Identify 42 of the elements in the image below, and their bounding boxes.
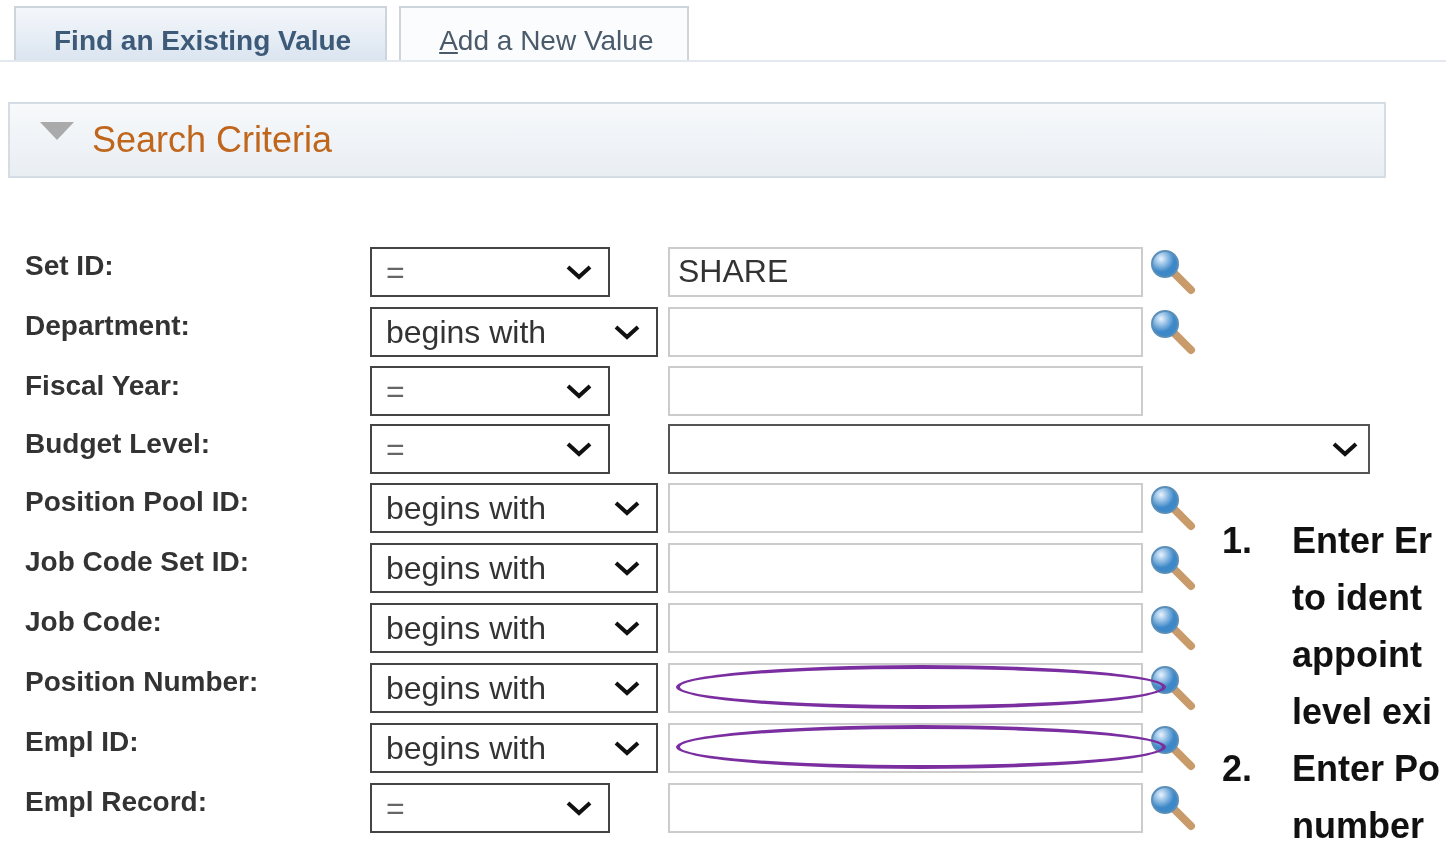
value-field[interactable] xyxy=(668,366,1143,416)
value-field[interactable] xyxy=(668,723,1143,773)
operator-dropdown[interactable]: begins with xyxy=(370,307,658,357)
field-label: Position Number: xyxy=(25,665,260,698)
value-field[interactable] xyxy=(668,307,1143,357)
value-field[interactable] xyxy=(668,783,1143,833)
value-field[interactable] xyxy=(668,483,1143,533)
instruction-text: number xyxy=(1292,804,1425,845)
tab[interactable]: Add a New Value xyxy=(399,6,690,60)
instruction-text: Enter Er xyxy=(1292,519,1434,563)
operator-dropdown[interactable]: begins with xyxy=(370,543,658,593)
field-label: Empl ID: xyxy=(25,725,140,758)
value-field[interactable] xyxy=(668,603,1143,653)
instruction-text: to ident xyxy=(1292,576,1423,620)
instruction-text: appoint xyxy=(1292,633,1423,677)
list-number: 1. xyxy=(1222,519,1254,563)
value-field[interactable] xyxy=(668,663,1143,713)
field-label: Empl Record: xyxy=(25,785,209,818)
operator-dropdown[interactable]: begins with xyxy=(370,663,658,713)
operator-dropdown[interactable]: begins with xyxy=(370,603,658,653)
operator-dropdown[interactable]: = xyxy=(370,247,610,297)
field-label: Fiscal Year: xyxy=(25,369,182,402)
operator-dropdown[interactable]: = xyxy=(370,366,610,416)
field-label: Department: xyxy=(25,309,191,342)
operator-dropdown[interactable]: = xyxy=(370,424,610,474)
value-field[interactable]: SHARE xyxy=(668,247,1143,297)
field-label: Budget Level: xyxy=(25,427,212,460)
value-field[interactable] xyxy=(668,543,1143,593)
tab[interactable]: Find an Existing Value xyxy=(14,6,388,60)
field-label: Job Code Set ID: xyxy=(25,545,250,578)
section-title: Search Criteria xyxy=(92,119,333,161)
field-label: Job Code: xyxy=(25,605,163,638)
value-dropdown[interactable] xyxy=(668,424,1370,474)
operator-dropdown[interactable]: begins with xyxy=(370,723,658,773)
section-header[interactable]: Search Criteria xyxy=(8,102,1386,178)
field-label: Set ID: xyxy=(25,249,115,282)
instruction-text: Enter Po xyxy=(1292,747,1441,791)
field-label: Position Pool ID: xyxy=(25,485,250,518)
list-number: 2. xyxy=(1222,747,1254,791)
operator-dropdown[interactable]: = xyxy=(370,783,610,833)
operator-dropdown[interactable]: begins with xyxy=(370,483,658,533)
instruction-text: level exi xyxy=(1292,690,1434,734)
